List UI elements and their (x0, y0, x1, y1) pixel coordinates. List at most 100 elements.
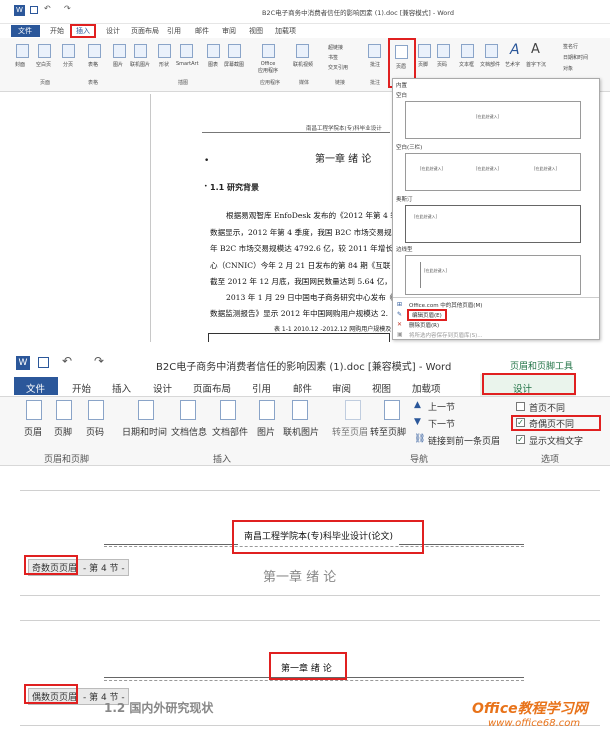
gallery-divider (393, 297, 599, 298)
tab-hf-design[interactable]: 设计 (513, 381, 532, 395)
first-page-checkbox[interactable] (516, 402, 525, 411)
office-apps-icon[interactable] (262, 44, 275, 58)
show-doc-text-checkbox[interactable]: ✓ (516, 435, 525, 444)
group-pages-label: 页面 (40, 80, 51, 86)
goto-header-icon[interactable] (345, 400, 361, 420)
drop-cap-label: 首字下沉 (526, 62, 547, 68)
chart-icon[interactable] (207, 44, 220, 58)
tab-insert-2[interactable]: 插入 (112, 381, 131, 395)
date-time-icon[interactable] (138, 400, 154, 420)
next-section-button[interactable]: 下一节 (428, 417, 455, 430)
date-time-button[interactable]: 日期和时间 (122, 425, 167, 438)
quick-parts-button[interactable]: 文档部件 (212, 425, 248, 438)
screenshot-icon[interactable] (228, 44, 241, 58)
textbox-icon[interactable] (461, 44, 474, 58)
shapes-icon[interactable] (158, 44, 171, 58)
header-button[interactable]: 页眉 (24, 425, 42, 438)
object-button[interactable]: 对象 (563, 65, 573, 72)
smartart-icon[interactable] (180, 44, 193, 58)
blank-page-icon[interactable] (38, 44, 51, 58)
bookmark-button[interactable]: 书签 (328, 54, 338, 61)
wordart-icon[interactable]: A (510, 42, 520, 58)
drop-cap-icon[interactable]: A (531, 42, 540, 57)
tab-references-2[interactable]: 引用 (252, 381, 271, 395)
doc-info-button[interactable]: 文档信息 (171, 425, 207, 438)
page-number-icon[interactable] (88, 400, 104, 420)
window-title: B2C电子商务中消费者信任的影响因素 (1).doc [兼容模式] - Word (262, 9, 454, 17)
tab-view-2[interactable]: 视图 (372, 381, 391, 395)
prev-section-button[interactable]: 上一节 (428, 400, 455, 413)
wordart-label: 艺术字 (505, 62, 521, 68)
tab-home[interactable]: 开始 (50, 26, 64, 36)
online-video-icon[interactable] (296, 44, 309, 58)
footer-button[interactable]: 页脚 (54, 425, 72, 438)
tab-mailings-2[interactable]: 邮件 (293, 381, 312, 395)
online-picture-icon[interactable] (292, 400, 308, 420)
tab-file[interactable]: 文件 (18, 26, 32, 36)
page-number-icon[interactable] (437, 44, 450, 58)
tab-references[interactable]: 引用 (167, 26, 181, 36)
undo-icon[interactable]: ↶ (44, 4, 51, 13)
tab-file-2[interactable]: 文件 (26, 381, 45, 395)
page-break-icon[interactable] (62, 44, 75, 58)
signature-line-button[interactable]: 签名行 (563, 43, 578, 50)
gallery-section-sideline: 边线型 (396, 247, 413, 253)
picture-button[interactable]: 图片 (257, 425, 275, 438)
blank-page-label: 空白页 (36, 62, 52, 68)
gallery-section-blank: 空白 (396, 93, 408, 99)
quick-parts-icon[interactable] (485, 44, 498, 58)
goto-header-button[interactable]: 转至页眉 (332, 425, 368, 438)
tab-addins-2[interactable]: 加载项 (412, 381, 441, 395)
picture-icon[interactable] (259, 400, 275, 420)
word-logo-icon: W (14, 5, 25, 16)
page-number-button[interactable]: 页码 (86, 425, 104, 438)
online-picture-icon[interactable] (134, 44, 147, 58)
cover-page-icon[interactable] (16, 44, 29, 58)
redo-icon[interactable]: ↷ (64, 4, 71, 13)
undo-icon[interactable]: ↶ (62, 354, 72, 368)
tab-home-2[interactable]: 开始 (72, 381, 91, 395)
watermark-url: www.office68.com (488, 718, 581, 729)
tab-design-2[interactable]: 设计 (153, 381, 172, 395)
gallery-option-three-column[interactable]: [在此处键入] [在此处键入] [在此处键入] (405, 153, 581, 191)
cross-reference-button[interactable]: 交叉引用 (328, 64, 348, 71)
menu-edit-header[interactable]: 编辑页眉(E) (407, 309, 447, 321)
comment-icon[interactable] (368, 44, 381, 58)
save-icon[interactable] (30, 6, 38, 14)
menu-more-headers[interactable]: Office.com 中的其他页眉(M) (409, 301, 482, 309)
tab-mailings[interactable]: 邮件 (195, 26, 209, 36)
tab-design[interactable]: 设计 (106, 26, 120, 36)
doc-info-icon[interactable] (180, 400, 196, 420)
date-time-button[interactable]: 日期和时间 (563, 54, 588, 61)
table-icon[interactable] (88, 44, 101, 58)
goto-footer-button[interactable]: 转至页脚 (370, 425, 406, 438)
header-gallery-dropdown[interactable]: 内置 空白 [在此处键入] 空白(三栏) [在此处键入] [在此处键入] [在此… (392, 78, 600, 340)
footer-icon[interactable] (56, 400, 72, 420)
goto-footer-icon[interactable] (384, 400, 400, 420)
tab-view[interactable]: 视图 (249, 26, 263, 36)
save-icon[interactable] (38, 357, 49, 368)
link-previous-button[interactable]: 链接到前一条页眉 (428, 434, 500, 447)
picture-icon[interactable] (113, 44, 126, 58)
hyperlink-button[interactable]: 超链接 (328, 44, 343, 51)
tab-layout-2[interactable]: 页面布局 (193, 381, 231, 395)
gallery-option-sideline[interactable]: [在此处键入] (405, 255, 581, 295)
thumb-placeholder: [在此处键入] (420, 166, 444, 171)
tab-layout[interactable]: 页面布局 (131, 26, 159, 36)
even-header-text[interactable]: 第一章 绪 论 (275, 658, 338, 677)
quick-parts-icon[interactable] (220, 400, 236, 420)
redo-icon[interactable]: ↷ (94, 354, 104, 368)
header-icon[interactable] (26, 400, 42, 420)
menu-remove-header[interactable]: 删除页眉(R) (409, 321, 439, 329)
footer-icon[interactable] (418, 44, 431, 58)
online-picture-button[interactable]: 联机图片 (283, 425, 319, 438)
comment-label: 批注 (370, 62, 381, 68)
tab-review[interactable]: 审阅 (222, 26, 236, 36)
gallery-option-blank[interactable]: [在此处键入] (405, 101, 581, 139)
odd-even-checkbox[interactable]: ✓ (516, 418, 525, 427)
odd-header-text[interactable]: 南昌工程学院本(专)科毕业设计(论文) (238, 526, 400, 545)
tab-insert[interactable]: 插入 (70, 24, 96, 38)
tab-review-2[interactable]: 审阅 (332, 381, 351, 395)
gallery-option-austin[interactable]: [在此处键入] (405, 205, 581, 243)
tab-addins[interactable]: 加载项 (275, 26, 296, 36)
